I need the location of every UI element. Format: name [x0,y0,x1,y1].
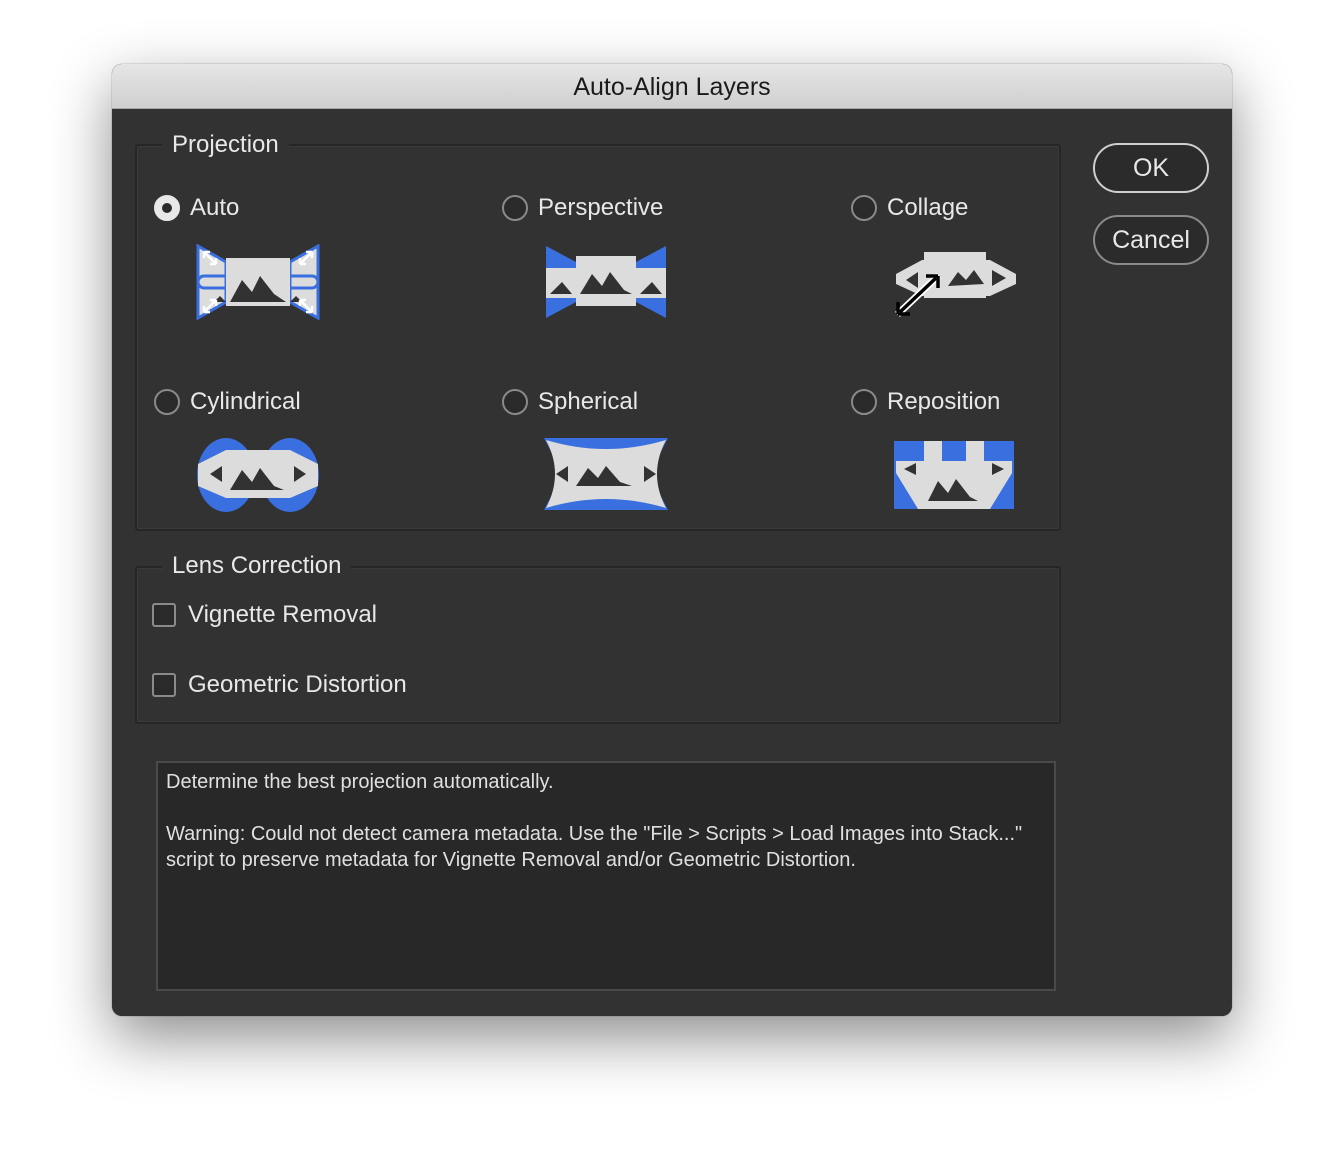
vignette-removal-checkbox[interactable] [152,603,176,627]
radio-auto[interactable]: Auto [154,194,239,222]
auto-align-layers-dialog: Auto-Align Layers Projection Auto Perspe… [112,64,1232,1016]
radio-collage-label: Collage [887,194,969,221]
perspective-projection-icon [546,246,666,318]
radio-perspective-indicator[interactable] [502,195,528,221]
collage-projection-icon [895,252,1016,317]
cancel-button[interactable]: Cancel [1093,215,1209,265]
radio-collage[interactable]: Collage [851,194,968,222]
radio-auto-indicator[interactable] [154,195,180,221]
radio-spherical[interactable]: Spherical [502,388,638,416]
radio-auto-label: Auto [190,194,240,221]
dialog-title: Auto-Align Layers [112,64,1232,109]
geometric-distortion-checkbox-row[interactable]: Geometric Distortion [152,671,407,699]
projection-group-title: Projection [162,130,289,160]
radio-cylindrical-indicator[interactable] [154,389,180,415]
vignette-removal-label: Vignette Removal [188,601,377,628]
warning-text: Warning: Could not detect camera metadat… [166,823,1023,871]
radio-reposition-indicator[interactable] [851,389,877,415]
auto-projection-icon [196,244,320,320]
description-text: Determine the best projection automatica… [166,771,554,793]
reposition-projection-icon [894,441,1014,509]
spherical-projection-icon [544,438,668,510]
cylindrical-projection-icon [197,438,319,512]
lens-correction-group [135,566,1061,724]
radio-cylindrical[interactable]: Cylindrical [154,388,301,416]
geometric-distortion-label: Geometric Distortion [188,671,407,698]
radio-collage-indicator[interactable] [851,195,877,221]
radio-perspective-label: Perspective [538,194,664,221]
radio-reposition[interactable]: Reposition [851,388,1000,416]
vignette-removal-checkbox-row[interactable]: Vignette Removal [152,601,377,629]
radio-reposition-label: Reposition [887,388,1001,415]
ok-button[interactable]: OK [1093,143,1209,193]
radio-spherical-label: Spherical [538,388,639,415]
radio-cylindrical-label: Cylindrical [190,388,301,415]
geometric-distortion-checkbox[interactable] [152,673,176,697]
radio-perspective[interactable]: Perspective [502,194,663,222]
lens-correction-group-title: Lens Correction [162,551,352,581]
description-box: Determine the best projection automatica… [156,761,1056,991]
radio-spherical-indicator[interactable] [502,389,528,415]
